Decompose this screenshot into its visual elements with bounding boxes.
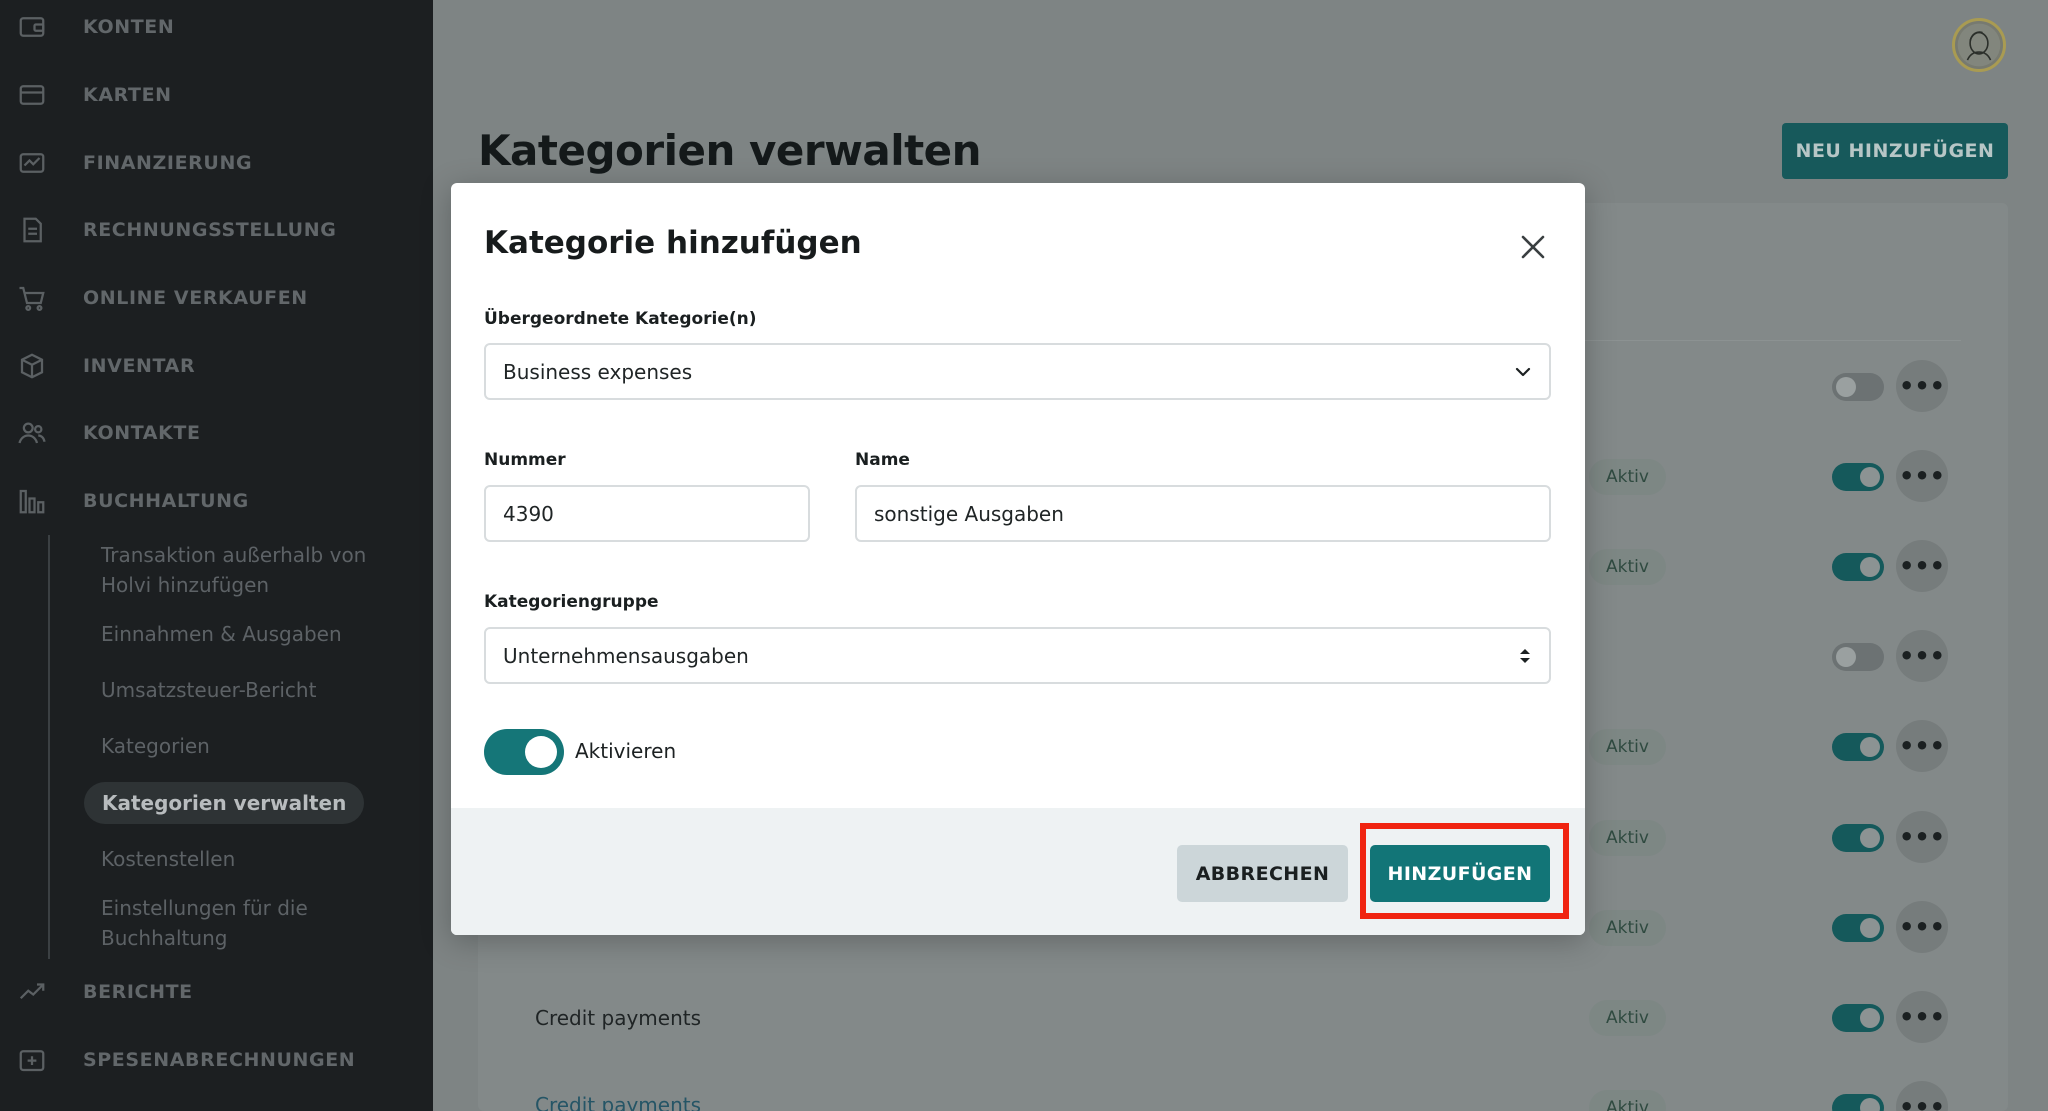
activate-toggle[interactable]	[484, 729, 564, 775]
sidebar-item-rechnungsstellung[interactable]: RECHNUNGSSTELLUNG	[0, 200, 433, 260]
row-toggle[interactable]	[1832, 1004, 1884, 1032]
sidebar-item-kontakte[interactable]: KONTAKTE	[0, 403, 433, 463]
credit-card-icon	[16, 79, 48, 111]
name-input[interactable]	[874, 501, 1532, 526]
sidebar-subitem-kategorien[interactable]: Kategorien	[101, 731, 401, 761]
contacts-icon	[16, 417, 48, 449]
status-badge: Aktiv	[1589, 910, 1666, 946]
row-toggle[interactable]	[1832, 824, 1884, 852]
row-toggle[interactable]	[1832, 643, 1884, 671]
sidebar-item-finanzierung[interactable]: FINANZIERUNG	[0, 133, 433, 193]
sidebar-item-online-verkaufen[interactable]: ONLINE VERKAUFEN	[0, 268, 433, 328]
category-group-label: Kategoriengruppe	[484, 592, 659, 612]
sidebar-item-label: RECHNUNGSSTELLUNG	[83, 219, 337, 241]
row-label: Credit payments	[535, 1006, 702, 1030]
sidebar-item-spesenabrechnungen[interactable]: SPESENABRECHNUNGEN	[0, 1030, 433, 1090]
sidebar-subitem-kostenstellen[interactable]: Kostenstellen	[101, 844, 401, 874]
submenu-divider	[48, 535, 50, 959]
wallet-icon	[16, 11, 48, 43]
page-title: Kategorien verwalten	[478, 126, 982, 175]
sidebar-item-label: SPESENABRECHNUNGEN	[83, 1049, 356, 1071]
financing-icon	[16, 147, 48, 179]
sidebar-item-inventar[interactable]: INVENTAR	[0, 336, 433, 396]
sidebar-item-buchhaltung[interactable]: BUCHHALTUNG	[0, 471, 433, 531]
dialog-title: Kategorie hinzufügen	[484, 225, 862, 261]
row-more-button[interactable]: •••	[1896, 630, 1948, 682]
expense-icon	[16, 1044, 48, 1076]
cancel-button[interactable]: ABBRECHEN	[1177, 845, 1348, 902]
trend-icon	[16, 976, 48, 1008]
sidebar-subitem-einstellungen[interactable]: Einstellungen für die Buchhaltung	[101, 893, 401, 953]
name-field[interactable]	[855, 485, 1551, 542]
sidebar-item-label: BERICHTE	[83, 981, 193, 1003]
add-category-button[interactable]: HINZUFÜGEN	[1370, 845, 1550, 902]
sidebar-subitem-transaktion[interactable]: Transaktion außerhalb von Holvi hinzufüg…	[101, 540, 401, 600]
row-toggle[interactable]	[1832, 553, 1884, 581]
sort-updown-icon	[1520, 648, 1530, 663]
sidebar-item-label: BUCHHALTUNG	[83, 490, 249, 512]
sidebar-item-konten[interactable]: KONTEN	[0, 0, 433, 57]
status-badge: Aktiv	[1589, 729, 1666, 765]
status-badge: Aktiv	[1589, 820, 1666, 856]
status-badge: Aktiv	[1589, 1090, 1666, 1111]
sidebar-item-label: KONTAKTE	[83, 422, 201, 444]
box-icon	[16, 350, 48, 382]
avatar[interactable]	[1952, 18, 2006, 72]
sidebar-item-label: FINANZIERUNG	[83, 152, 253, 174]
row-more-button[interactable]: •••	[1896, 991, 1948, 1043]
sidebar-item-label: KARTEN	[83, 84, 172, 106]
row-more-button[interactable]: •••	[1896, 811, 1948, 863]
row-more-button[interactable]: •••	[1896, 450, 1948, 502]
sidebar-subitem-einnahmen-ausgaben[interactable]: Einnahmen & Ausgaben	[101, 619, 401, 649]
invoice-icon	[16, 214, 48, 246]
row-toggle[interactable]	[1832, 733, 1884, 761]
chevron-down-icon	[1515, 367, 1531, 376]
parent-category-select[interactable]: Business expenses	[484, 343, 1551, 400]
category-group-select[interactable]: Unternehmensausgaben	[484, 627, 1551, 684]
close-button[interactable]	[1513, 227, 1553, 267]
sidebar-item-berichte[interactable]: BERICHTE	[0, 962, 433, 1022]
row-toggle[interactable]	[1832, 914, 1884, 942]
row-toggle[interactable]	[1832, 1094, 1884, 1111]
status-badge: Aktiv	[1589, 459, 1666, 495]
sidebar-item-label: INVENTAR	[83, 355, 196, 377]
number-label: Nummer	[484, 450, 566, 470]
status-badge: Aktiv	[1589, 549, 1666, 585]
sidebar-item-label: KONTEN	[83, 16, 175, 38]
add-new-button[interactable]: NEU HINZUFÜGEN	[1782, 123, 2008, 179]
row-more-button[interactable]: •••	[1896, 540, 1948, 592]
avatar-portrait-icon	[1957, 23, 2001, 67]
row-more-button[interactable]: •••	[1896, 360, 1948, 412]
parent-category-value: Business expenses	[503, 359, 693, 384]
number-field[interactable]	[484, 485, 810, 542]
row-toggle[interactable]	[1832, 463, 1884, 491]
row-toggle[interactable]	[1832, 373, 1884, 401]
number-input[interactable]	[503, 501, 791, 526]
sidebar-item-karten[interactable]: KARTEN	[0, 65, 433, 125]
sidebar: KONTEN KARTEN FINANZIERUNG RECHNUNGSSTEL…	[0, 0, 433, 1111]
shopping-cart-icon	[16, 282, 48, 314]
parent-category-label: Übergeordnete Kategorie(n)	[484, 309, 757, 329]
sidebar-subitem-umsatzsteuer[interactable]: Umsatzsteuer-Bericht	[101, 675, 401, 705]
close-icon	[1521, 235, 1545, 259]
dialog-footer: ABBRECHEN HINZUFÜGEN	[451, 808, 1585, 935]
row-more-button[interactable]: •••	[1896, 720, 1948, 772]
status-badge: Aktiv	[1589, 1000, 1666, 1036]
activate-label: Aktivieren	[575, 739, 677, 763]
row-link[interactable]: Credit payments	[535, 1093, 701, 1111]
bar-chart-icon	[16, 485, 48, 517]
add-category-dialog: Kategorie hinzufügen Übergeordnete Kateg…	[451, 183, 1585, 935]
row-more-button[interactable]: •••	[1896, 901, 1948, 953]
sidebar-subitem-kategorien-verwalten[interactable]: Kategorien verwalten	[84, 782, 365, 824]
name-label: Name	[855, 450, 910, 470]
sidebar-item-label: ONLINE VERKAUFEN	[83, 287, 308, 309]
category-group-value: Unternehmensausgaben	[503, 643, 749, 668]
